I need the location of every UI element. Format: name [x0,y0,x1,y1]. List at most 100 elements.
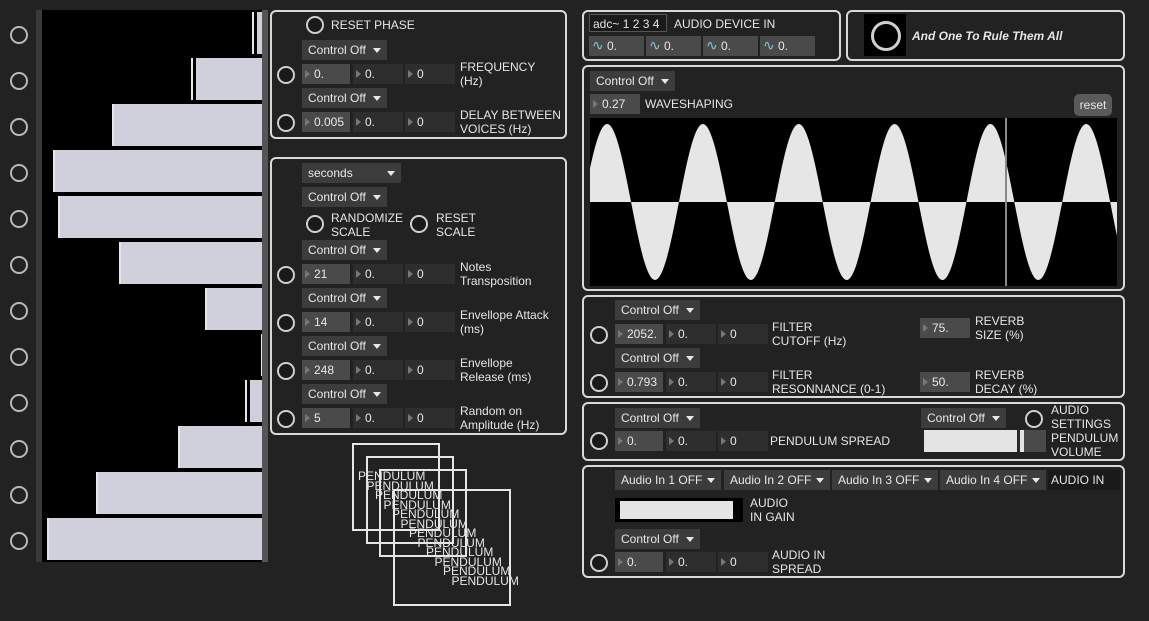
cutoff-toggle[interactable] [590,326,608,344]
voice-toggle[interactable] [10,118,28,136]
signal-icon: ∿ [706,37,718,53]
frequency-toggle[interactable] [277,66,295,84]
audio-input-select[interactable]: Audio In 4 OFF [940,470,1046,490]
pendulum-volume-knob[interactable] [1017,430,1020,452]
frequency-value-1[interactable]: 0. [302,64,350,84]
delay-toggle[interactable] [277,114,295,132]
voice-toggle[interactable] [10,348,28,366]
audio-meter[interactable]: ∿ 0. [646,36,701,56]
audio-gain-slider-bg[interactable] [615,498,743,522]
frequency-value-3[interactable]: 0 [405,64,455,84]
voice-meter-row[interactable] [36,378,268,424]
delay-value-2[interactable]: 0. [353,112,403,132]
adc-object[interactable]: adc~ 1 2 3 4 [589,14,667,32]
voice-meter-row[interactable] [36,240,268,286]
frequency-control-dropdown[interactable]: Control Off [302,40,387,60]
spread-toggle[interactable] [590,432,608,450]
audio-input-select[interactable]: Audio In 2 OFF [724,470,830,490]
audio-spread-value-3[interactable]: 0 [718,552,768,572]
audio-meter[interactable]: ∿ 0. [760,36,815,56]
param-value-2[interactable]: 0. [353,360,403,380]
voice-meter-row[interactable] [36,148,268,194]
voice-toggle[interactable] [10,164,28,182]
voice-toggle[interactable] [10,440,28,458]
reverb-decay-value[interactable]: 50. [920,372,970,392]
voice-meter-row[interactable] [36,56,268,102]
voice-toggle[interactable] [10,302,28,320]
spread-value-3[interactable]: 0 [718,431,768,451]
param-value-2[interactable]: 0. [353,312,403,332]
voice-meter-row[interactable] [36,10,268,56]
volume-control-dropdown[interactable]: Control Off [921,408,1006,428]
param-value-1[interactable]: 14 [302,312,350,332]
param-toggle[interactable] [277,314,295,332]
voice-toggle[interactable] [10,486,28,504]
waveshaping-reset-button[interactable]: reset [1074,94,1112,116]
param-toggle[interactable] [277,410,295,428]
cutoff-value-1[interactable]: 2052. [615,324,663,344]
scale-control-dropdown[interactable]: Control Off [302,187,387,207]
cutoff-value-2[interactable]: 0. [666,324,716,344]
voice-toggle[interactable] [10,256,28,274]
waveshaping-value[interactable]: 0.27 [590,94,640,114]
voice-meter-row[interactable] [36,194,268,240]
param-value-1[interactable]: 248 [302,360,350,380]
param-value-2[interactable]: 0. [353,264,403,284]
resonance-value-1[interactable]: 0.793 [615,372,663,392]
delay-control-dropdown[interactable]: Control Off [302,88,387,108]
delay-value-3[interactable]: 0 [405,112,455,132]
audio-spread-toggle[interactable] [590,554,608,572]
audio-spread-control-dropdown[interactable]: Control Off [615,529,700,549]
voice-meter-row[interactable] [36,286,268,332]
waveshaping-control-dropdown[interactable]: Control Off [590,71,675,91]
voice-meter-row[interactable] [36,102,268,148]
spread-control-dropdown[interactable]: Control Off [615,408,700,428]
spread-value-2[interactable]: 0. [666,431,716,451]
voice-meter-row[interactable] [36,516,268,562]
resonance-control-dropdown[interactable]: Control Off [615,348,700,368]
param-toggle[interactable] [277,362,295,380]
delay-value-1[interactable]: 0.005 [302,112,350,132]
param-control-dropdown[interactable]: Control Off [302,384,387,404]
voice-meter-row[interactable] [36,332,268,378]
param-toggle[interactable] [277,266,295,284]
reset-phase-button[interactable] [306,16,324,34]
param-value-3[interactable]: 0 [405,408,455,428]
audio-spread-value-2[interactable]: 0. [666,552,716,572]
cutoff-control-dropdown[interactable]: Control Off [615,300,700,320]
voice-meter-row[interactable] [36,424,268,470]
audio-input-select[interactable]: Audio In 1 OFF [615,470,721,490]
param-value-2[interactable]: 0. [353,408,403,428]
audio-spread-value-1[interactable]: 0. [615,552,663,572]
voice-toggle[interactable] [10,26,28,44]
param-value-1[interactable]: 5 [302,408,350,428]
voice-toggle[interactable] [10,394,28,412]
audio-input-select[interactable]: Audio In 3 OFF [832,470,938,490]
param-value-3[interactable]: 0 [405,360,455,380]
audio-meter[interactable]: ∿ 0. [589,36,644,56]
param-value-1[interactable]: 21 [302,264,350,284]
param-control-dropdown[interactable]: Control Off [302,336,387,356]
randomize-scale-button[interactable] [306,215,324,233]
voice-toggle[interactable] [10,72,28,90]
param-value-3[interactable]: 0 [405,264,455,284]
unit-select[interactable]: seconds [302,163,401,183]
voice-toggle[interactable] [10,532,28,550]
audio-meter[interactable]: ∿ 0. [703,36,758,56]
master-toggle[interactable] [871,21,901,51]
param-value-3[interactable]: 0 [405,312,455,332]
frequency-value-2[interactable]: 0. [353,64,403,84]
voice-meter-row[interactable] [36,470,268,516]
resonance-value-2[interactable]: 0. [666,372,716,392]
spread-value-1[interactable]: 0. [615,431,663,451]
param-control-dropdown[interactable]: Control Off [302,240,387,260]
reset-scale-button[interactable] [410,215,428,233]
voice-toggle[interactable] [10,210,28,228]
resonance-value-3[interactable]: 0 [718,372,768,392]
pendulum-volume-slider[interactable] [924,430,1046,452]
param-control-dropdown[interactable]: Control Off [302,288,387,308]
reverb-size-value[interactable]: 75. [920,318,970,338]
audio-settings-button[interactable] [1025,410,1043,428]
cutoff-value-3[interactable]: 0 [718,324,768,344]
resonance-toggle[interactable] [590,374,608,392]
